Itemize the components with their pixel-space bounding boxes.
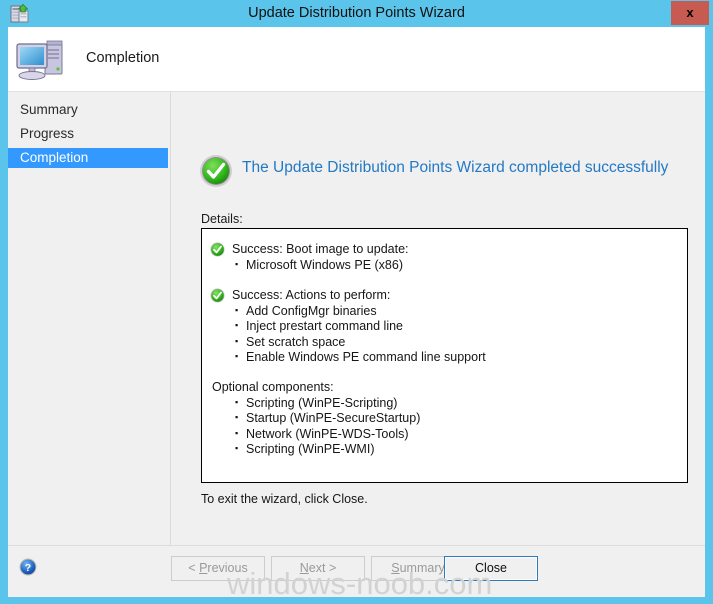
success-check-badge-icon bbox=[210, 242, 225, 257]
list-item: Network (WinPE-WDS-Tools) bbox=[235, 426, 687, 443]
sidebar-item-progress[interactable]: Progress bbox=[8, 124, 168, 144]
detail-group: Success: Boot image to update: Microsoft… bbox=[202, 241, 687, 274]
detail-group-heading-text: Success: Boot image to update: bbox=[232, 242, 409, 256]
detail-group-heading: Success: Actions to perform: bbox=[202, 287, 687, 304]
computer-icon bbox=[14, 38, 70, 84]
window-title: Update Distribution Points Wizard bbox=[248, 5, 465, 21]
success-check-icon bbox=[199, 154, 233, 188]
next-button[interactable]: Next > bbox=[271, 556, 365, 581]
svg-text:?: ? bbox=[25, 562, 31, 574]
title-bar: Update Distribution Points Wizard x bbox=[0, 0, 713, 27]
sidebar-item-label: Completion bbox=[20, 150, 89, 165]
sidebar-item-label: Summary bbox=[20, 102, 78, 117]
detail-group-heading-text: Optional components: bbox=[212, 379, 334, 394]
previous-button[interactable]: < Previous bbox=[171, 556, 265, 581]
help-question-icon[interactable]: ? bbox=[19, 558, 37, 576]
wizard-window: Update Distribution Points Wizard x Comp… bbox=[0, 0, 713, 604]
close-button[interactable]: Close bbox=[444, 556, 538, 581]
list-item: Scripting (WinPE-Scripting) bbox=[235, 395, 687, 412]
detail-group-heading: Optional components: bbox=[202, 379, 687, 396]
sidebar-item-label: Progress bbox=[20, 126, 75, 141]
detail-group-heading: Success: Boot image to update: bbox=[202, 241, 687, 258]
content-pane: The Update Distribution Points Wizard co… bbox=[171, 92, 705, 596]
btn-prefix: < bbox=[188, 561, 200, 575]
detail-item-list: Microsoft Windows PE (x86) bbox=[202, 257, 687, 274]
btn-rest: Close bbox=[475, 561, 507, 575]
success-banner: The Update Distribution Points Wizard co… bbox=[199, 154, 699, 190]
btn-rest: revious bbox=[207, 561, 248, 575]
success-heading: The Update Distribution Points Wizard co… bbox=[242, 159, 669, 176]
list-item: Enable Windows PE command line support bbox=[235, 349, 687, 366]
list-item: Add ConfigMgr binaries bbox=[235, 303, 687, 320]
sidebar-item-completion[interactable]: Completion bbox=[8, 148, 168, 168]
btn-rest: ummary bbox=[399, 561, 445, 575]
list-item: Microsoft Windows PE (x86) bbox=[235, 257, 687, 274]
success-check-badge-icon bbox=[210, 288, 225, 303]
detail-item-list: Add ConfigMgr binaries Inject prestart c… bbox=[202, 303, 687, 366]
client-area: Completion Summary Progress Completion T… bbox=[8, 27, 705, 597]
btn-accel: S bbox=[391, 561, 400, 575]
btn-suffix: > bbox=[325, 561, 337, 575]
btn-rest: ext bbox=[308, 561, 326, 575]
window-close-button[interactable]: x bbox=[671, 1, 709, 25]
list-item: Scripting (WinPE-WMI) bbox=[235, 441, 687, 458]
detail-group: Optional components: Scripting (WinPE-Sc… bbox=[202, 379, 687, 458]
detail-item-list: Scripting (WinPE-Scripting) Startup (Win… bbox=[202, 395, 687, 458]
wizard-step-list: Summary Progress Completion bbox=[8, 92, 171, 596]
list-item: Startup (WinPE-SecureStartup) bbox=[235, 410, 687, 427]
wizard-footer: ? < Previous Next > Summary Close bbox=[8, 545, 705, 597]
details-box: Success: Boot image to update: Microsoft… bbox=[201, 228, 688, 483]
exit-instruction: To exit the wizard, click Close. bbox=[201, 492, 368, 506]
list-item: Inject prestart command line bbox=[235, 318, 687, 335]
sidebar-item-summary[interactable]: Summary bbox=[8, 100, 168, 120]
page-title: Completion bbox=[86, 50, 160, 66]
list-item: Set scratch space bbox=[235, 334, 687, 351]
btn-accel: N bbox=[299, 561, 309, 575]
wizard-banner: Completion bbox=[8, 27, 705, 92]
detail-group-heading-text: Success: Actions to perform: bbox=[232, 287, 391, 302]
details-label: Details: bbox=[201, 212, 243, 226]
detail-group: Success: Actions to perform: Add ConfigM… bbox=[202, 287, 687, 366]
